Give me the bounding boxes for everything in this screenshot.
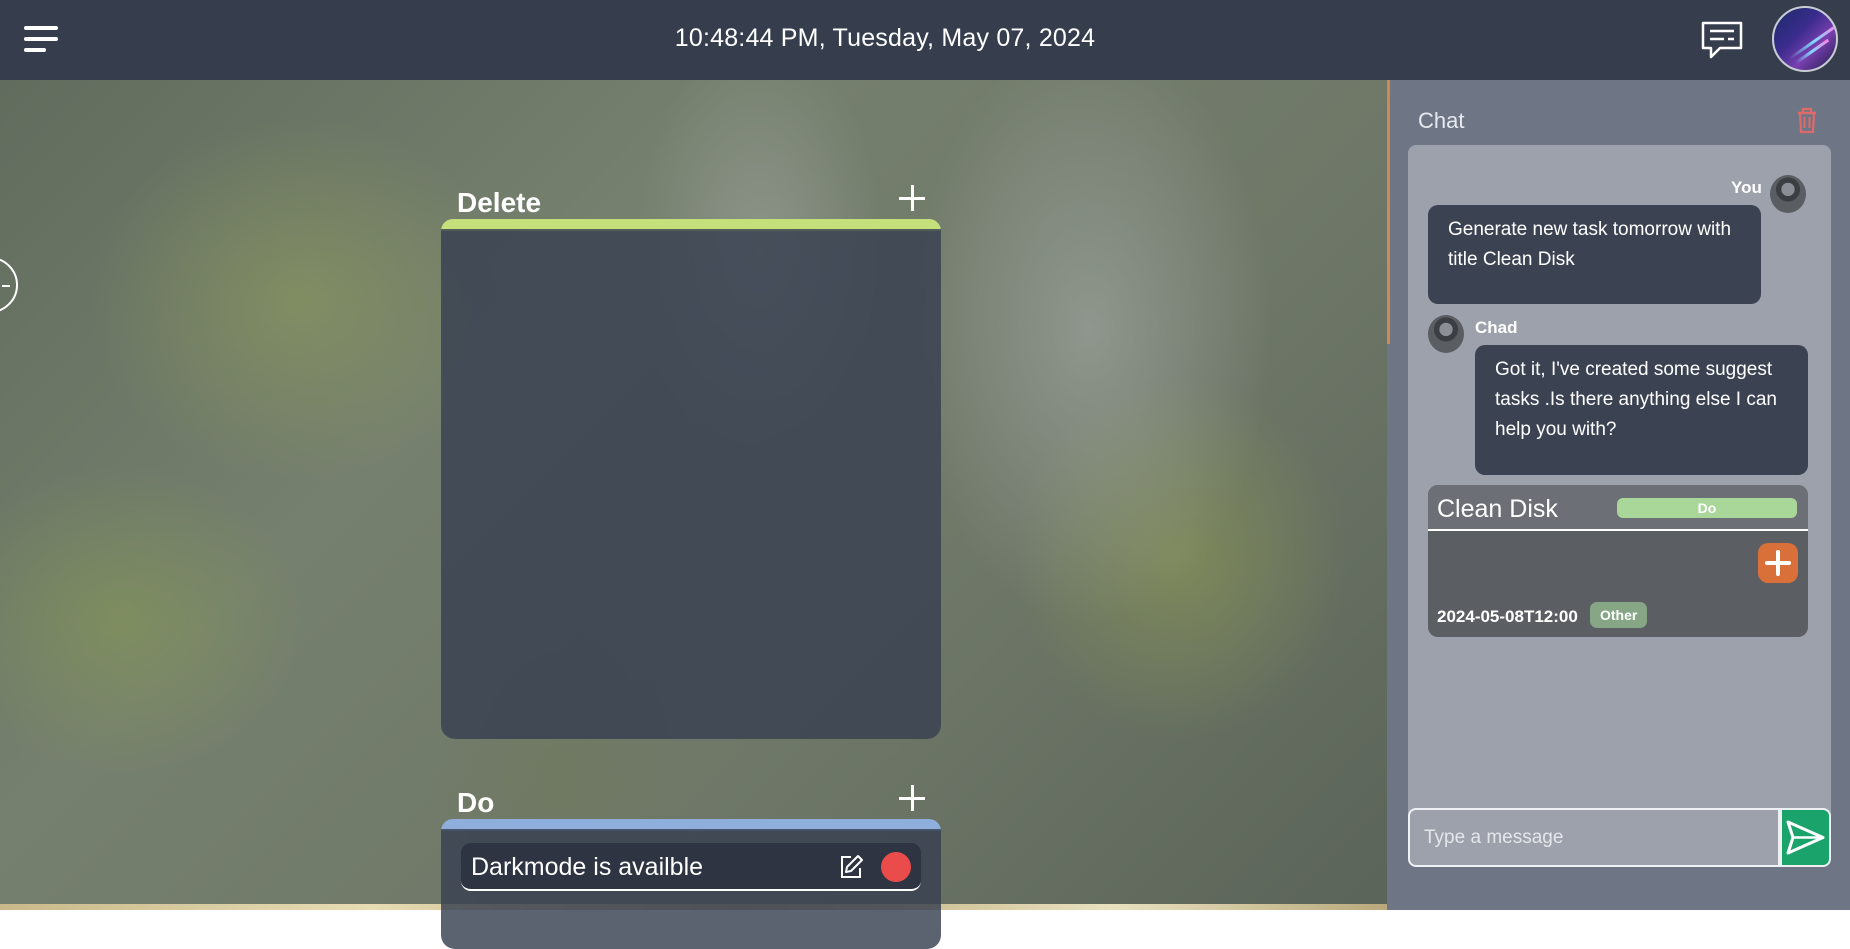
column-header: Do bbox=[441, 783, 941, 819]
chat-panel: Chat You Generate new task tomorrow with… bbox=[1387, 80, 1850, 910]
status-dot-button[interactable] bbox=[881, 852, 911, 882]
chat-bubble-icon[interactable] bbox=[1700, 18, 1744, 62]
task-title: Darkmode is availble bbox=[471, 853, 704, 881]
add-task-icon[interactable] bbox=[897, 183, 927, 213]
column-title: Delete bbox=[457, 187, 542, 218]
column-title: Do bbox=[457, 787, 495, 818]
avatar bbox=[1428, 315, 1464, 353]
send-button[interactable] bbox=[1780, 808, 1831, 867]
column-delete: Delete bbox=[441, 183, 941, 739]
chat-title: Chat bbox=[1418, 108, 1465, 133]
column-body: Darkmode is availble bbox=[441, 829, 941, 949]
suggested-task-title: Clean Disk bbox=[1437, 495, 1558, 523]
message-sender: You bbox=[1731, 178, 1762, 197]
top-bar: 10:48:44 PM, Tuesday, May 07, 2024 bbox=[0, 0, 1850, 80]
task-card[interactable]: Darkmode is availble bbox=[461, 843, 921, 891]
message-sender: Chad bbox=[1475, 318, 1518, 337]
avatar bbox=[1770, 175, 1806, 213]
edit-icon[interactable] bbox=[837, 853, 865, 881]
column-header: Delete bbox=[441, 183, 941, 219]
suggested-task-due: 2024-05-08T12:00 bbox=[1437, 607, 1578, 626]
status-badge: Do bbox=[1617, 498, 1797, 518]
column-do: Do Darkmode is availble bbox=[441, 783, 941, 949]
send-arrow-icon bbox=[1786, 820, 1825, 855]
user-avatar[interactable] bbox=[1772, 6, 1838, 72]
chat-messages-area[interactable]: You Generate new task tomorrow with titl… bbox=[1408, 145, 1831, 865]
add-suggested-task-button[interactable] bbox=[1758, 543, 1798, 583]
datetime-display: 10:48:44 PM, Tuesday, May 07, 2024 bbox=[674, 24, 1096, 52]
category-badge: Other bbox=[1590, 602, 1648, 628]
message-bubble: Generate new task tomorrow with title Cl… bbox=[1428, 205, 1761, 304]
column-body bbox=[441, 229, 941, 739]
suggested-task-header: Clean Disk Do bbox=[1428, 485, 1808, 531]
add-task-icon[interactable] bbox=[897, 783, 927, 813]
chat-panel-accent bbox=[1387, 80, 1390, 344]
trash-icon[interactable] bbox=[1794, 106, 1820, 134]
message-bubble: Got it, I've created some suggest tasks … bbox=[1475, 345, 1808, 475]
message-input[interactable] bbox=[1408, 808, 1780, 867]
suggested-task-card: Clean Disk Do 2024-05-08T12:00 Other bbox=[1428, 485, 1808, 637]
